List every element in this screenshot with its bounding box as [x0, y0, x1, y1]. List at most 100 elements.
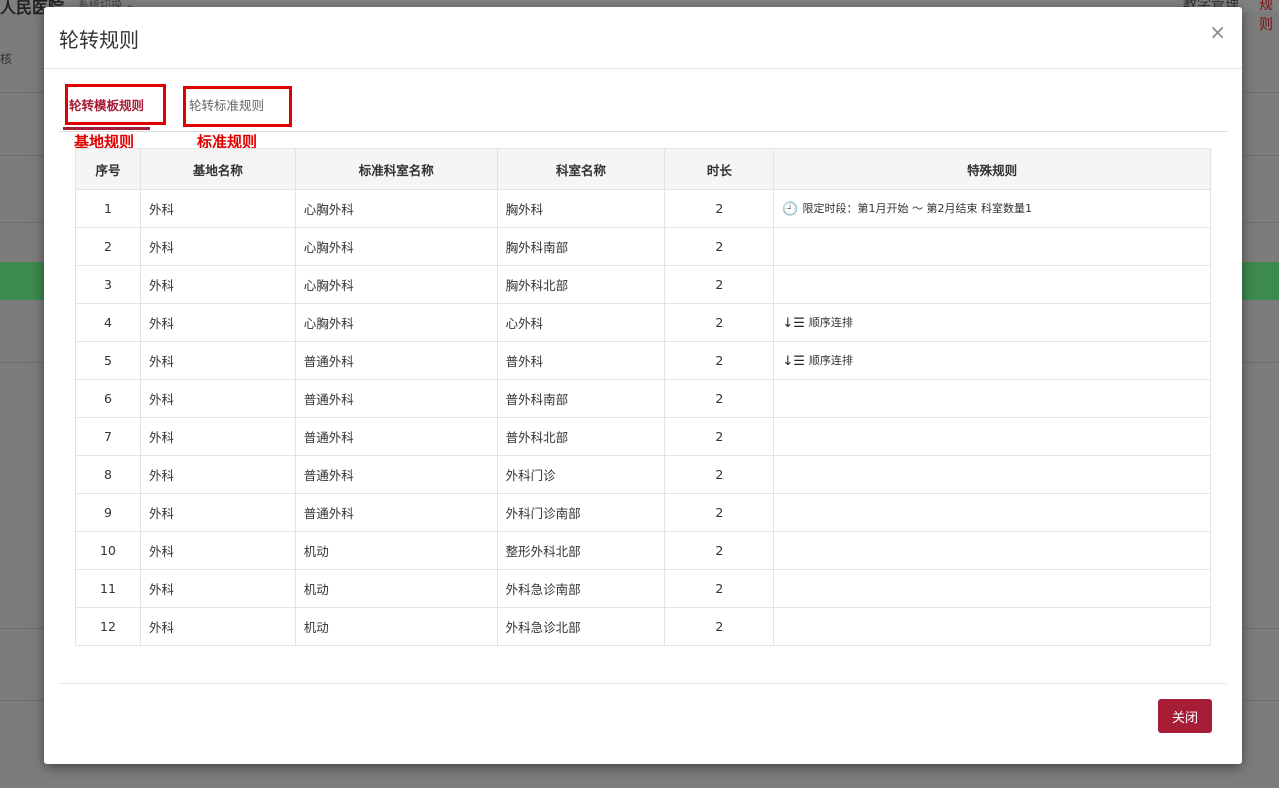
table-row: 4 外科 心胸外科 心外科 2 ↓☰ 顺序连排 [75, 303, 1211, 342]
table-row: 8 外科 普通外科 外科门诊 2 [75, 455, 1211, 494]
cell-special-rule [773, 531, 1211, 570]
cell-no: 7 [75, 417, 141, 456]
cell-base: 外科 [139, 455, 296, 494]
cell-std-dept: 普通外科 [294, 341, 498, 380]
cell-duration: 2 [664, 265, 775, 304]
cell-duration: 2 [664, 341, 775, 380]
column-header-no: 序号 [75, 148, 141, 190]
cell-base: 外科 [139, 227, 296, 266]
cell-std-dept: 机动 [294, 569, 498, 608]
cell-no: 11 [75, 569, 141, 608]
cell-base: 外科 [139, 493, 296, 532]
cell-no: 1 [75, 189, 141, 228]
special-rule: ↓☰ 顺序连排 [782, 354, 853, 369]
cell-duration: 2 [664, 569, 775, 608]
cell-dept: 普外科南部 [496, 379, 666, 418]
cell-std-dept: 心胸外科 [294, 227, 498, 266]
cell-special-rule [773, 379, 1211, 418]
cell-no: 5 [75, 341, 141, 380]
cell-no: 10 [75, 531, 141, 570]
cell-no: 3 [75, 265, 141, 304]
special-rule-text: 顺序连排 [808, 316, 853, 329]
cell-dept: 外科门诊南部 [496, 493, 666, 532]
column-header-base: 基地名称 [139, 148, 296, 190]
special-rule-text: 限定时段：第1月开始 ～ 第2月结束 科室数量1 [802, 202, 1033, 215]
annotation-box-template-tab [65, 84, 166, 125]
cell-base: 外科 [139, 379, 296, 418]
column-header-dept: 科室名称 [496, 148, 666, 190]
cell-duration: 2 [664, 493, 775, 532]
table-row: 6 外科 普通外科 普外科南部 2 [75, 379, 1211, 418]
sort-order-icon: ↓☰ [782, 354, 805, 369]
clock-icon: 🕘 [782, 202, 799, 217]
cell-std-dept: 普通外科 [294, 455, 498, 494]
cell-duration: 2 [664, 455, 775, 494]
cell-no: 6 [75, 379, 141, 418]
table-row: 7 外科 普通外科 普外科北部 2 [75, 417, 1211, 456]
cell-dept: 整形外科北部 [496, 531, 666, 570]
modal-header: 轮转规则 × [44, 7, 1242, 69]
cell-dept: 胸外科南部 [496, 227, 666, 266]
cell-duration: 2 [664, 227, 775, 266]
cell-std-dept: 心胸外科 [294, 189, 498, 228]
table-row: 3 外科 心胸外科 胸外科北部 2 [75, 265, 1211, 304]
cell-special-rule: ↓☰ 顺序连排 [773, 303, 1211, 342]
cell-dept: 外科急诊北部 [496, 607, 666, 646]
modal-footer-divider [59, 683, 1227, 684]
cell-base: 外科 [139, 531, 296, 570]
cell-no: 12 [75, 607, 141, 646]
cell-duration: 2 [664, 531, 775, 570]
table-row: 1 外科 心胸外科 胸外科 2 🕘 限定时段：第1月开始 ～ 第2月结束 科室数量1 [75, 189, 1211, 228]
cell-duration: 2 [664, 303, 775, 342]
cell-special-rule: 🕘 限定时段：第1月开始 ～ 第2月结束 科室数量1 [773, 189, 1211, 228]
cell-std-dept: 机动 [294, 607, 498, 646]
cell-no: 4 [75, 303, 141, 342]
cell-std-dept: 心胸外科 [294, 303, 498, 342]
cell-dept: 心外科 [496, 303, 666, 342]
cell-special-rule [773, 607, 1211, 646]
cell-std-dept: 普通外科 [294, 417, 498, 456]
cell-std-dept: 普通外科 [294, 493, 498, 532]
cell-std-dept: 普通外科 [294, 379, 498, 418]
rotation-rules-table: 序号 基地名称 标准科室名称 科室名称 时长 特殊规则 1 外科 心胸外科 胸外科 2 🕘… [75, 148, 1211, 646]
cell-special-rule [773, 265, 1211, 304]
cell-dept: 外科门诊 [496, 455, 666, 494]
cell-no: 2 [75, 227, 141, 266]
cell-base: 外科 [139, 569, 296, 608]
cell-duration: 2 [664, 417, 775, 456]
cell-base: 外科 [139, 341, 296, 380]
table-body: 1 外科 心胸外科 胸外科 2 🕘 限定时段：第1月开始 ～ 第2月结束 科室数量1 2 外科心… [75, 189, 1211, 646]
annotation-box-standard-tab [183, 86, 292, 127]
cell-base: 外科 [139, 607, 296, 646]
column-header-std-dept: 标准科室名称 [294, 148, 498, 190]
sort-order-icon: ↓☰ [782, 316, 805, 331]
cell-dept: 外科急诊南部 [496, 569, 666, 608]
cell-dept: 胸外科 [496, 189, 666, 228]
cell-special-rule [773, 417, 1211, 456]
cell-base: 外科 [139, 265, 296, 304]
special-rule: 🕘 限定时段：第1月开始 ～ 第2月结束 科室数量1 [782, 202, 1033, 217]
cell-special-rule [773, 455, 1211, 494]
cell-special-rule [773, 569, 1211, 608]
table-row: 9 外科 普通外科 外科门诊南部 2 [75, 493, 1211, 532]
cell-special-rule [773, 227, 1211, 266]
cell-no: 9 [75, 493, 141, 532]
cell-std-dept: 心胸外科 [294, 265, 498, 304]
cell-std-dept: 机动 [294, 531, 498, 570]
column-header-special-rule: 特殊规则 [773, 148, 1211, 190]
cell-base: 外科 [139, 189, 296, 228]
special-rule-text: 顺序连排 [808, 354, 853, 367]
cell-no: 8 [75, 455, 141, 494]
rotation-rules-modal: 轮转规则 × 轮转模板规则 轮转标准规则 基地规则 标准规则 序号 基地名称 标… [44, 7, 1242, 764]
cell-base: 外科 [139, 417, 296, 456]
cell-special-rule [773, 493, 1211, 532]
cell-dept: 普外科 [496, 341, 666, 380]
special-rule: ↓☰ 顺序连排 [782, 316, 853, 331]
close-button[interactable]: 关闭 [1158, 699, 1212, 733]
table-row: 10 外科 机动 整形外科北部 2 [75, 531, 1211, 570]
table-row: 11 外科 机动 外科急诊南部 2 [75, 569, 1211, 608]
table-header-row: 序号 基地名称 标准科室名称 科室名称 时长 特殊规则 [75, 148, 1211, 190]
close-icon[interactable]: × [1209, 22, 1226, 42]
modal-title: 轮转规则 [59, 28, 139, 52]
cell-dept: 普外科北部 [496, 417, 666, 456]
